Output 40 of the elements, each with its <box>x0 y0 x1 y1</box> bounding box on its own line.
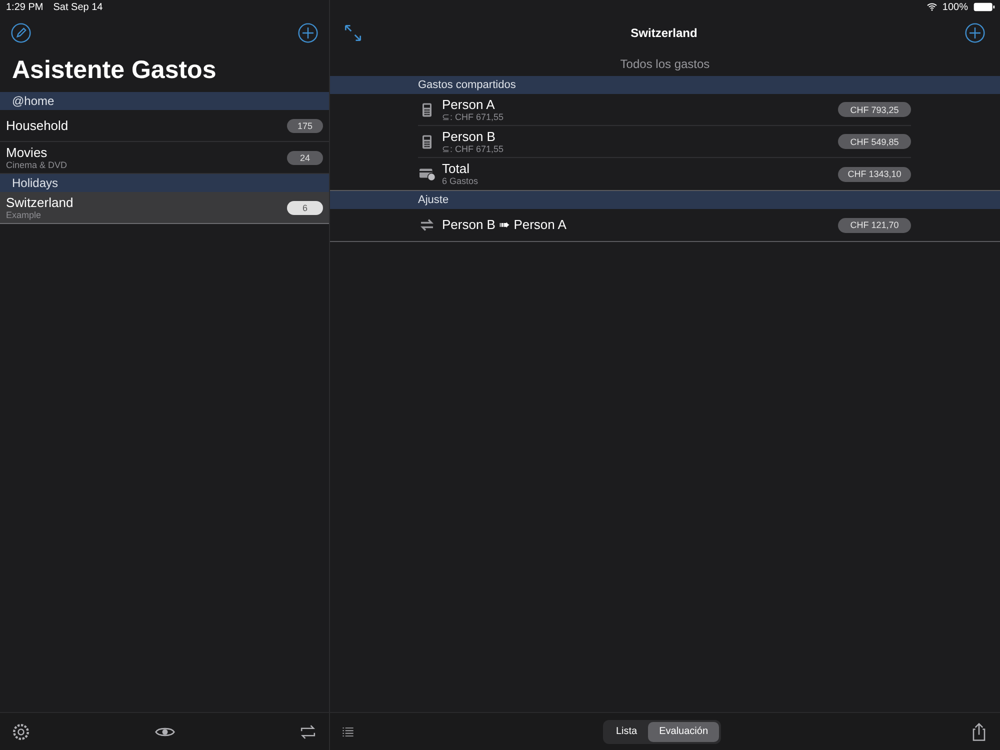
segmented-control[interactable]: Lista Evaluación <box>602 720 722 744</box>
item-subtitle: Cinema & DVD <box>6 160 68 170</box>
amount-badge: CHF 793,25 <box>838 102 911 117</box>
add-icon[interactable] <box>297 22 319 44</box>
segment-tab[interactable]: Evaluación <box>648 722 720 742</box>
detail-subtitle: Todos los gastos <box>619 56 711 73</box>
sidebar-title: Asistente Gastos <box>11 55 218 86</box>
row-title: Person A <box>442 98 496 112</box>
section-header: Gastos compartidos <box>330 76 1000 94</box>
edit-icon[interactable] <box>10 22 32 44</box>
count-badge: 6 <box>287 200 323 214</box>
item-name: Movies <box>6 146 48 160</box>
item-name: Switzerland <box>6 196 74 210</box>
section-header: Holidays <box>0 174 329 192</box>
section-header: Ajuste <box>330 191 1000 209</box>
section-header: @home <box>0 92 329 110</box>
battery-icon <box>972 1 996 13</box>
item-name: Household <box>6 118 68 132</box>
row-title: Total <box>442 162 470 176</box>
status-time: 1:29 PM <box>6 2 44 12</box>
item-subtitle: Example <box>6 210 42 220</box>
detail-title: Switzerland <box>630 26 698 40</box>
status-date: Sat Sep 14 <box>53 2 103 12</box>
row-title: Person B ➠ Person A <box>442 218 568 232</box>
amount-badge: CHF 121,70 <box>838 218 911 232</box>
row-detail: ⊆: CHF 671,55 <box>442 112 505 122</box>
wifi-icon <box>926 1 938 13</box>
battery-percent: 100% <box>942 2 968 12</box>
amount-badge: CHF 549,85 <box>838 134 911 149</box>
count-badge: 175 <box>287 118 323 132</box>
expand-icon[interactable] <box>342 22 364 44</box>
list-item[interactable]: Switzerland Example 6 <box>0 192 329 224</box>
segment-tab[interactable]: Lista <box>604 722 648 742</box>
row-title: Person B <box>442 130 496 144</box>
count-badge: 24 <box>287 150 323 164</box>
list-item[interactable]: Household 175 <box>0 110 329 142</box>
row-detail: 6 Gastos <box>442 176 480 186</box>
add-icon[interactable] <box>964 22 986 44</box>
row-detail: ⊆: CHF 671,55 <box>442 144 505 154</box>
amount-badge: CHF 1343,10 <box>838 166 911 182</box>
